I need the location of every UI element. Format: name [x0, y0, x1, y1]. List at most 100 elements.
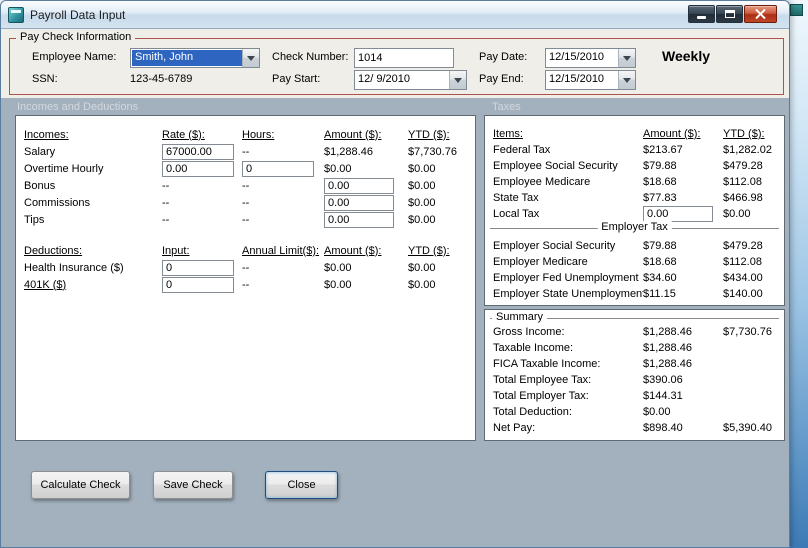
incomes-header-ytd: YTD ($): [408, 128, 450, 141]
bonus-ytd-value: $0.00 [408, 179, 436, 192]
net-pay-amount: $898.40 [643, 422, 683, 434]
net-pay-ytd: $5,390.40 [723, 422, 772, 434]
chevron-down-icon [623, 55, 631, 61]
commissions-row-label: Commissions [24, 196, 91, 209]
titlebar[interactable]: Payroll Data Input [1, 1, 789, 29]
bonus-amount-input[interactable] [324, 177, 394, 194]
salary-ytd-value: $7,730.76 [408, 145, 457, 158]
employer-medicare-label: Employer Medicare [493, 256, 588, 268]
check-number-label: Check Number: [272, 51, 349, 63]
incomes-header-hours: Hours: [242, 128, 275, 141]
close-icon [755, 9, 766, 20]
ssn-value: 123-45-6789 [130, 73, 193, 85]
health-insurance-input[interactable] [162, 259, 234, 276]
incomes-deductions-panel: Incomes: Rate ($): Hours: Amount ($): YT… [15, 115, 476, 441]
401k-ytd-value: $0.00 [408, 278, 436, 291]
health-insurance-ytd-value: $0.00 [408, 261, 436, 274]
incomes-deductions-section-label: Incomes and Deductions [17, 101, 139, 113]
check-number-input[interactable] [354, 48, 454, 68]
pay-end-dropdown-button[interactable] [618, 71, 635, 89]
deductions-header-ytd: YTD ($): [408, 244, 450, 257]
incomes-table: Incomes: Rate ($): Hours: Amount ($): YT… [24, 126, 472, 228]
pay-start-dropdown-button[interactable] [449, 71, 466, 89]
employer-fed-unemployment-amount: $34.60 [643, 272, 677, 284]
taxable-income-label: Taxable Income: [493, 342, 574, 354]
state-tax-label: State Tax [493, 192, 539, 204]
salary-row-label: Salary [24, 145, 56, 158]
employer-state-unemployment-amount: $11.15 [643, 288, 676, 300]
employer-medicare-amount: $18.68 [643, 256, 677, 268]
401k-input[interactable] [162, 276, 234, 293]
pay-end-value: 12/15/2010 [549, 73, 605, 85]
pay-date-value: 12/15/2010 [549, 51, 605, 63]
pay-date-picker[interactable]: 12/15/2010 [545, 48, 636, 68]
total-deduction-amount: $0.00 [643, 406, 671, 418]
taxes-header-amount: Amount ($): [643, 128, 701, 140]
tips-ytd-value: $0.00 [408, 213, 436, 226]
calculate-check-button[interactable]: Calculate Check [31, 471, 130, 499]
commissions-amount-input[interactable] [324, 194, 394, 211]
federal-tax-label: Federal Tax [493, 144, 551, 156]
chevron-down-icon [454, 77, 462, 83]
window-title: Payroll Data Input [30, 8, 126, 22]
employee-name-label: Employee Name: [32, 51, 117, 63]
close-window-button[interactable] [744, 5, 777, 23]
employee-name-combobox[interactable]: Smith, John [130, 48, 260, 68]
employee-medicare-ytd: $112.08 [723, 176, 762, 188]
pay-frequency-label: Weekly [662, 48, 710, 64]
employer-state-unemployment-label: Employer State Unemployment [493, 288, 643, 300]
employee-social-security-ytd: $479.28 [723, 160, 763, 172]
federal-tax-amount: $213.67 [643, 144, 683, 156]
close-button[interactable]: Close [265, 471, 338, 499]
salary-amount-value: $1,288.46 [324, 145, 373, 158]
pay-start-label: Pay Start: [272, 73, 321, 85]
incomes-header-name: Incomes: [24, 128, 69, 141]
paycheck-info-group: Pay Check Information Employee Name: Smi… [9, 31, 784, 95]
deductions-table: Deductions: Input: Annual Limit($): Amou… [24, 242, 472, 293]
health-insurance-amount-value: $0.00 [324, 261, 352, 274]
employer-fed-unemployment-label: Employer Fed Unemployment [493, 272, 639, 284]
employer-medicare-ytd: $112.08 [723, 256, 762, 268]
employee-name-dropdown-button[interactable] [242, 49, 259, 67]
deductions-header-input: Input: [162, 244, 190, 257]
window-controls [687, 5, 777, 23]
minimize-button[interactable] [688, 5, 715, 23]
taxes-section-label: Taxes [492, 101, 521, 113]
401k-amount-value: $0.00 [324, 278, 352, 291]
fica-taxable-income-label: FICA Taxable Income: [493, 358, 601, 370]
gross-income-amount: $1,288.46 [643, 326, 692, 338]
tips-hours-value: -- [242, 213, 250, 226]
pay-start-value: 12/ 9/2010 [358, 73, 410, 85]
pay-end-label: Pay End: [479, 73, 524, 85]
fica-taxable-income-amount: $1,288.46 [643, 358, 692, 370]
maximize-button[interactable] [716, 5, 743, 23]
401k-row-link[interactable]: 401K ($) [24, 279, 162, 291]
maximize-icon [724, 10, 735, 18]
taxes-header-items: Items: [493, 128, 523, 140]
pay-start-picker[interactable]: 12/ 9/2010 [354, 70, 467, 90]
summary-group-title: Summary [492, 311, 548, 323]
total-employee-tax-label: Total Employee Tax: [493, 374, 592, 386]
commissions-hours-value: -- [242, 196, 250, 209]
overtime-rate-input[interactable] [162, 160, 234, 177]
federal-tax-ytd: $1,282.02 [723, 144, 772, 156]
pay-end-picker[interactable]: 12/15/2010 [545, 70, 636, 90]
summary-table: Gross Income: $1,288.46 $7,730.76 Taxabl… [493, 324, 772, 436]
deductions-header-limit: Annual Limit($): [242, 244, 320, 257]
local-tax-input[interactable] [643, 206, 713, 222]
total-deduction-label: Total Deduction: [493, 406, 572, 418]
save-check-button[interactable]: Save Check [153, 471, 233, 499]
total-employer-tax-amount: $144.31 [643, 390, 683, 402]
commissions-ytd-value: $0.00 [408, 196, 436, 209]
taxes-header-ytd: YTD ($): [723, 128, 765, 140]
overtime-hours-input[interactable] [242, 160, 314, 177]
employee-name-value: Smith, John [132, 50, 242, 66]
gross-income-label: Gross Income: [493, 326, 565, 338]
employer-tax-group: Employer Tax [490, 221, 779, 233]
tips-amount-input[interactable] [324, 211, 394, 228]
state-tax-ytd: $466.98 [723, 192, 763, 204]
salary-rate-input[interactable] [162, 143, 234, 160]
background-window-fragment [790, 4, 803, 16]
deductions-header-amount: Amount ($): [324, 244, 382, 257]
pay-date-dropdown-button[interactable] [618, 49, 635, 67]
